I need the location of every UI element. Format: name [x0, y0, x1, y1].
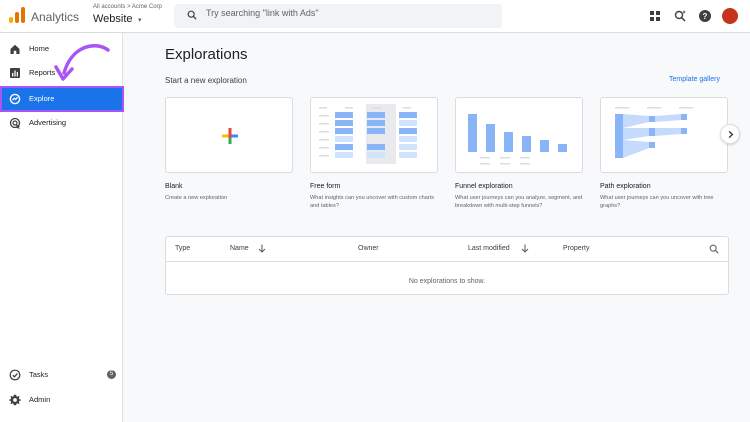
- search-input[interactable]: [206, 8, 496, 18]
- sidebar-item-label: Admin: [29, 395, 51, 404]
- table-header-divider: [166, 261, 728, 262]
- app-name: Analytics: [31, 10, 80, 24]
- account-avatar[interactable]: [722, 8, 738, 24]
- sidebar-item-label: Tasks: [29, 370, 49, 379]
- page-title: Explorations: [165, 46, 248, 63]
- svg-text:?: ?: [703, 12, 708, 21]
- sort-arrow-down-icon[interactable]: [258, 244, 266, 253]
- path-thumbnail-icon: [615, 107, 693, 158]
- advertising-icon: [9, 117, 21, 129]
- free-form-card[interactable]: [310, 97, 438, 173]
- analytics-logo[interactable]: [9, 7, 25, 23]
- sidebar-item-label: Explore: [29, 94, 55, 103]
- funnel-exploration-card[interactable]: [455, 97, 583, 173]
- search-icon: [187, 10, 197, 20]
- template-gallery-link[interactable]: Template gallery: [669, 76, 720, 83]
- sidebar-item-admin[interactable]: Admin: [0, 389, 122, 411]
- home-icon: [10, 44, 20, 54]
- empty-state-message: No explorations to show.: [408, 278, 486, 285]
- column-header-property[interactable]: Property: [563, 245, 589, 252]
- section-heading: Start a new exploration: [165, 76, 247, 85]
- property-selector[interactable]: Website: [93, 13, 133, 25]
- sidebar-item-tasks[interactable]: Tasks 5: [0, 364, 122, 386]
- explorations-table: Type Name Owner Last modified Property N…: [165, 236, 729, 295]
- annotation-arrow-icon: [54, 43, 110, 81]
- explore-icon: [9, 93, 21, 105]
- tasks-count-badge: 5: [107, 370, 116, 379]
- card-title: Free form: [310, 183, 341, 190]
- sidebar-item-label: Advertising: [29, 118, 67, 127]
- plus-icon: [222, 128, 238, 144]
- apps-grid-icon[interactable]: [648, 9, 662, 23]
- bar-chart-icon: [10, 68, 20, 78]
- carousel-next-button[interactable]: [720, 124, 740, 144]
- column-header-last-modified[interactable]: Last modified: [468, 245, 510, 252]
- card-title: Blank: [165, 183, 183, 190]
- sidebar-item-advertising[interactable]: Advertising: [0, 112, 122, 134]
- card-title: Funnel exploration: [455, 183, 513, 190]
- check-circle-icon: [9, 369, 21, 381]
- free-form-thumbnail-icon: [319, 104, 417, 164]
- path-exploration-card[interactable]: [600, 97, 728, 173]
- blank-exploration-card[interactable]: [165, 97, 293, 173]
- column-header-owner[interactable]: Owner: [358, 245, 379, 252]
- sidebar-item-explore[interactable]: Explore: [0, 86, 124, 112]
- search-icon[interactable]: [709, 244, 719, 254]
- account-breadcrumb[interactable]: All accounts > Acme Corp: [93, 4, 162, 10]
- column-header-type[interactable]: Type: [175, 245, 190, 252]
- sidebar-item-label: Home: [29, 44, 50, 53]
- sidebar: Home Reports Explore Advertising Tasks 5…: [0, 33, 124, 422]
- gear-icon: [9, 394, 21, 406]
- funnel-thumbnail-icon: [468, 114, 567, 165]
- card-description: What user journeys can you analyze, segm…: [455, 195, 583, 209]
- card-title: Path exploration: [600, 183, 651, 190]
- card-description: What user journeys can you uncover with …: [600, 195, 714, 209]
- help-icon[interactable]: ?: [698, 9, 712, 23]
- search-insights-icon[interactable]: [673, 9, 687, 23]
- card-description: What insights can you uncover with custo…: [310, 195, 435, 209]
- chevron-down-icon[interactable]: ▾: [138, 16, 142, 24]
- top-app-bar: Analytics All accounts > Acme Corp Websi…: [0, 0, 750, 33]
- card-description: Create a new exploration: [165, 195, 228, 201]
- column-header-name[interactable]: Name: [230, 245, 249, 252]
- sort-arrow-down-icon[interactable]: [521, 244, 529, 253]
- chevron-right-icon: [728, 130, 734, 139]
